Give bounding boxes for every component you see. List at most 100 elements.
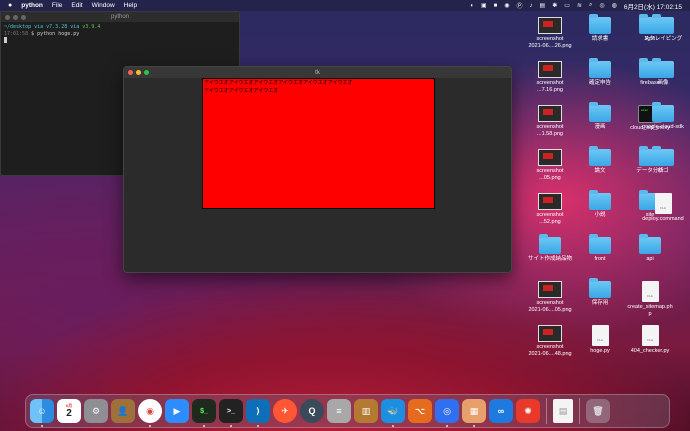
status-icon[interactable]: ♪: [530, 3, 533, 9]
contacts-icon[interactable]: 👤: [111, 399, 135, 423]
menu-help[interactable]: Help: [124, 2, 137, 9]
desktop-icon-folder[interactable]: front: [573, 234, 627, 263]
prompt-path: ~/desktop via: [4, 24, 44, 30]
status-icon[interactable]: ◉: [504, 2, 509, 9]
desktop-icon-doc[interactable]: FILE 404_checker.py: [623, 325, 677, 355]
desktop-icon-label: google-cloud-sdk: [642, 124, 684, 130]
infinity-app-icon[interactable]: ∞: [489, 399, 513, 423]
trash-icon[interactable]: 🗑: [586, 399, 610, 423]
menu-file[interactable]: File: [52, 2, 62, 9]
prompt-version: v3.9.4: [82, 24, 101, 30]
menubar-clock[interactable]: 6月2日(水) 17:02:15: [624, 1, 682, 11]
desktop-icon-folder[interactable]: スクレイピング: [636, 14, 690, 43]
blue-app-icon[interactable]: ◎: [435, 399, 459, 427]
desktop-icon-folder[interactable]: 保存用: [573, 278, 627, 307]
file-icon: FILE: [654, 193, 672, 214]
status-icon[interactable]: ■: [494, 3, 498, 9]
calendar-icon[interactable]: 6月 2: [57, 399, 81, 423]
desktop-icon-label: screenshot ...52.png: [536, 212, 564, 225]
desktop-icon-folder[interactable]: サイト作成納品物: [523, 234, 577, 263]
desktop-icon-folder[interactable]: ロゴ: [636, 146, 690, 175]
desktop-icon-label: 論文: [594, 168, 606, 174]
status-icon[interactable]: Ⓟ: [517, 1, 523, 10]
search-icon[interactable]: ⌕: [589, 2, 592, 9]
desktop-icon-thumb[interactable]: screenshot 2021-06....48.png: [523, 325, 577, 357]
quicktime-icon[interactable]: Q: [300, 399, 324, 423]
tk-titlebar[interactable]: tk: [124, 67, 511, 78]
control-center-icon[interactable]: ◎: [599, 2, 604, 9]
desktop-icon-thumb[interactable]: screenshot ...52.png: [523, 193, 577, 225]
bluetooth-icon[interactable]: ✱: [552, 2, 557, 9]
desktop-icon-label: 確定申告: [588, 80, 611, 86]
sourcetree-icon[interactable]: ⌥: [408, 399, 432, 423]
menu-app-python[interactable]: python: [21, 2, 43, 9]
desktop-icon-folder[interactable]: 画像: [636, 58, 690, 87]
desktop-icon-label: screenshot ...1.58.png: [536, 124, 564, 137]
desktop-icon-label: create_sitemap.ph p: [627, 304, 673, 317]
desktop-icon-folder[interactable]: api: [623, 234, 677, 263]
desktop-icon-folder[interactable]: 確定申告: [573, 58, 627, 87]
desktop-icon-doc[interactable]: FILE deploy.command: [636, 193, 690, 223]
sequel-pro-icon[interactable]: ≡: [327, 399, 351, 423]
clock-app-icon[interactable]: ✺: [516, 399, 540, 423]
postman-icon[interactable]: ✈: [273, 399, 297, 423]
terminal-icon[interactable]: >_: [219, 399, 243, 427]
image-thumbnail-icon: [538, 61, 562, 78]
folder-icon: [652, 14, 674, 34]
image-thumbnail-icon: [538, 281, 562, 298]
status-icon[interactable]: ◐: [470, 3, 474, 9]
desktop-icon-thumb[interactable]: screenshot ...1.58.png: [523, 105, 577, 137]
prompt-time: 17:01:58: [4, 30, 29, 37]
canvas-text-line: アイウエオアイウエオアイウエオアイウエオアイウエオアイウエオ: [204, 80, 353, 86]
menu-window[interactable]: Window: [92, 2, 115, 9]
wifi-icon[interactable]: ≋: [577, 2, 582, 9]
desktop-icon-doc[interactable]: FILE create_sitemap.ph p: [623, 281, 677, 317]
desktop-icon-label: front: [594, 256, 606, 262]
desktop-icon-thumb[interactable]: screenshot ...7.16.png: [523, 61, 577, 93]
archive-utility-icon[interactable]: ▥: [354, 399, 378, 423]
menu-bar: ● python File Edit Window Help ◐ ▣ ■ ◉ Ⓟ…: [0, 0, 690, 11]
preview-icon[interactable]: ▦: [462, 399, 486, 427]
zoom-icon[interactable]: ▶: [165, 399, 189, 423]
desktop-icon-label: screenshot ...05.png: [536, 168, 564, 181]
status-icon[interactable]: ▣: [481, 2, 487, 9]
iterm-icon[interactable]: $_: [192, 399, 216, 427]
apple-menu-icon[interactable]: ●: [8, 2, 12, 9]
menu-extras: ◐ ▣ ■ ◉ Ⓟ ♪ ▤ ✱ ▭ ≋ ⌕ ◎ ◍ 6月2日(水) 17:02:…: [470, 1, 682, 11]
desktop-icon-label: screenshot 2021-06....26.png: [528, 36, 572, 49]
finder-icon[interactable]: ☺: [30, 399, 54, 427]
file-icon: FILE: [641, 325, 659, 346]
desktop-icon-folder[interactable]: 論文: [573, 146, 627, 175]
desktop-icon-folder[interactable]: 請求書: [573, 14, 627, 43]
document-icon[interactable]: ▤: [553, 399, 573, 423]
menu-edit[interactable]: Edit: [71, 2, 82, 9]
terminal-output[interactable]: ~/desktop via v7.3.28 via v3.9.4 17:01:5…: [1, 22, 239, 46]
desktop-icon-thumb[interactable]: screenshot 2021-06....05.png: [523, 281, 577, 313]
siri-icon[interactable]: ◍: [612, 2, 617, 9]
desktop-icon-thumb[interactable]: screenshot ...05.png: [523, 149, 577, 181]
system-preferences-icon[interactable]: ⚙: [84, 399, 108, 423]
status-icon[interactable]: ▤: [540, 2, 546, 9]
desktop-icon-folder[interactable]: google-cloud-sdk: [636, 102, 690, 131]
image-thumbnail-icon: [538, 105, 562, 122]
dock: ☺ 6月 2 ⚙ 👤 ◉ ▶ $_ >_ ⟩ ✈ Q ≡ ▥ 🐳 ⌥ ◎ ▦ ∞…: [25, 394, 670, 428]
terminal-titlebar[interactable]: python: [1, 12, 239, 22]
chrome-icon[interactable]: ◉: [138, 399, 162, 427]
battery-icon[interactable]: ▭: [564, 2, 570, 9]
calendar-day: 2: [66, 408, 72, 419]
image-thumbnail-icon: [538, 17, 562, 34]
text-cursor: [4, 37, 7, 43]
docker-icon[interactable]: 🐳: [381, 399, 405, 427]
desktop-icon-folder[interactable]: 漫画: [573, 102, 627, 131]
tk-window[interactable]: tk アイウエオアイウエオアイウエオアイウエオアイウエオアイウエオ アイウエオア…: [123, 66, 512, 273]
desktop-icon-label: api: [646, 256, 654, 262]
desktop-icon-label: screenshot ...7.16.png: [536, 80, 564, 93]
tk-canvas[interactable]: アイウエオアイウエオアイウエオアイウエオアイウエオアイウエオ アイウエオアイウエ…: [202, 78, 435, 209]
desktop-icon-folder[interactable]: 小説: [573, 190, 627, 219]
desktop-icon-thumb[interactable]: screenshot 2021-06....26.png: [523, 17, 577, 49]
desktop-icon-label: deploy.command: [642, 216, 684, 222]
desktop-icon-doc[interactable]: FILE hoge.py: [573, 325, 627, 355]
desktop-icon-label: hoge.py: [590, 348, 610, 354]
vscode-icon[interactable]: ⟩: [246, 399, 270, 427]
desktop-icon-label: screenshot 2021-06....05.png: [528, 300, 572, 313]
